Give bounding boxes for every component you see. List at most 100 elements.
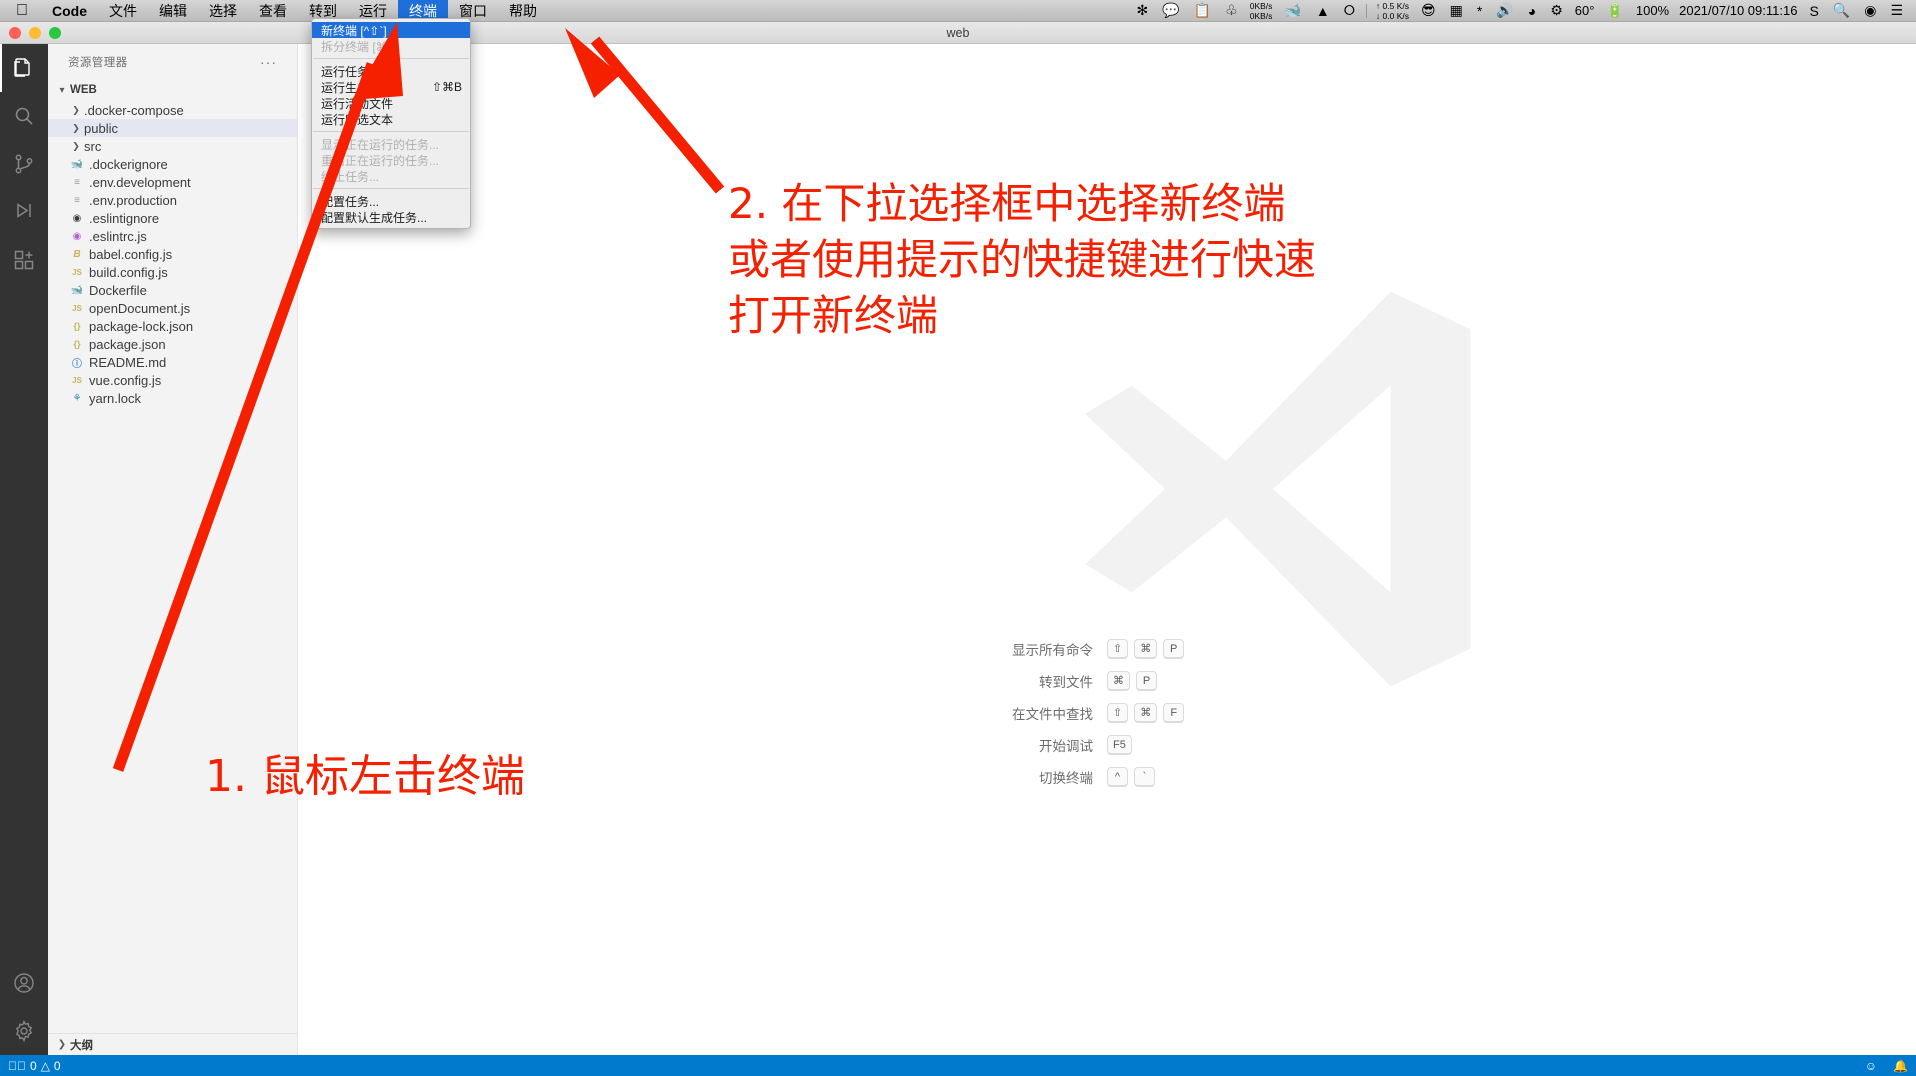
menu-item-run-active-file[interactable]: 运行活动文件 <box>312 95 470 111</box>
menu-item-terminate-task[interactable]: 终止任务... <box>312 168 470 184</box>
sogou-input-icon[interactable]: S <box>1802 0 1825 21</box>
tree-item-build-config[interactable]: JS build.config.js <box>48 263 297 281</box>
menu-code[interactable]: Code <box>41 0 98 21</box>
gear-icon[interactable]: ⚙ <box>1543 0 1570 21</box>
menu-item-restart-running-task[interactable]: 重启正在运行的任务... <box>312 152 470 168</box>
menu-item-label: 运行生成任务... <box>321 80 404 95</box>
battery-monitor-icon[interactable]: ♧ <box>1218 0 1245 21</box>
menu-item-run-task[interactable]: 运行任务... <box>312 63 470 79</box>
outline-section-header[interactable]: ❯ 大纲 <box>48 1033 297 1055</box>
menu-item-configure-tasks[interactable]: 配置任务... <box>312 193 470 209</box>
tree-item-readme[interactable]: ⓘ README.md <box>48 353 297 371</box>
status-bar-right: ☺ 🔔 <box>1857 1055 1916 1076</box>
activity-item-run-debug[interactable] <box>0 188 48 236</box>
menu-edit[interactable]: 编辑 <box>148 0 198 21</box>
feedback-icon[interactable]: ☺ <box>1857 1055 1885 1076</box>
key-shift: ⇧ <box>1107 703 1129 723</box>
control-center-icon[interactable]: ☰ <box>1883 0 1910 21</box>
menu-help[interactable]: 帮助 <box>498 0 548 21</box>
menu-item-run-selected-text[interactable]: 运行所选文本 <box>312 111 470 127</box>
key-p: P <box>1163 639 1185 659</box>
battery-icon[interactable]: 🔋 <box>1599 0 1630 21</box>
clock-datetime[interactable]: 2021/07/10 09:11:16 <box>1674 3 1802 18</box>
menu-item-split-terminal[interactable]: 拆分终端 [⌘\] <box>312 38 470 54</box>
activity-item-settings[interactable] <box>0 1007 48 1055</box>
tree-item-src[interactable]: ❯ src <box>48 137 297 155</box>
menu-item-label: 显示正在运行的任务... <box>321 137 440 152</box>
volume-icon[interactable]: 🔊 <box>1489 0 1520 21</box>
menu-item-label: 新终端 [^⇧`] <box>321 23 387 38</box>
tree-item-vue-config[interactable]: JS vue.config.js <box>48 371 297 389</box>
activity-item-explorer[interactable] <box>0 44 48 92</box>
spotlight-search-icon[interactable]: 🔍 <box>1826 0 1857 21</box>
more-actions-icon[interactable]: ··· <box>260 54 277 70</box>
window-icon[interactable]: ▦ <box>1443 0 1470 21</box>
tree-item-eslintrc[interactable]: ◉ .eslintrc.js <box>48 227 297 245</box>
menu-item-label: 配置任务... <box>321 194 380 209</box>
menu-item-new-terminal[interactable]: 新终端 [^⇧`] <box>312 22 470 38</box>
menu-item-label: 终止任务... <box>321 169 380 184</box>
wechat-icon[interactable]: 💬 <box>1155 0 1186 21</box>
tree-item-eslintignore[interactable]: ◉ .eslintignore <box>48 209 297 227</box>
tree-item-docker-compose[interactable]: ❯ .docker-compose <box>48 101 297 119</box>
shortcut-keys: ⇧ ⌘ F <box>1107 703 1257 723</box>
menu-item-configure-default-build-task[interactable]: 配置默认生成任务... <box>312 209 470 225</box>
tree-item-package-lock[interactable]: {} package-lock.json <box>48 317 297 335</box>
clipboard-icon[interactable]: 📋 <box>1187 0 1218 21</box>
chevron-down-icon: ▾ <box>59 84 65 96</box>
key-p: P <box>1136 671 1157 691</box>
tree-item-label: public <box>84 120 118 136</box>
tree-item-env-development[interactable]: ≡ .env.development <box>48 173 297 191</box>
tree-item-label: README.md <box>89 354 167 370</box>
activity-item-source-control[interactable] <box>0 140 48 188</box>
temperature-value: 60° <box>1574 3 1595 18</box>
tree-item-public[interactable]: ❯ public <box>48 119 297 137</box>
asterisk-icon[interactable]: ✻ <box>1130 0 1156 21</box>
menu-select[interactable]: 选择 <box>198 0 248 21</box>
shortcut-hints: 显示所有命令 ⇧ ⌘ P 转到文件 ⌘ P 在文件中查找 ⇧ ⌘ F 开始调试 … <box>298 639 1916 787</box>
menu-item-label: 拆分终端 [⌘\] <box>321 39 395 54</box>
chevron-right-icon: ❯ <box>72 122 80 133</box>
activity-item-extensions[interactable] <box>0 236 48 284</box>
yarn-icon: ⚘ <box>72 392 82 404</box>
menu-item-show-running-tasks[interactable]: 显示正在运行的任务... <box>312 136 470 152</box>
docker-whale-icon[interactable]: 🐋 <box>1277 0 1308 21</box>
menu-item-run-build-task[interactable]: 运行生成任务... ⇧⌘B <box>312 79 470 95</box>
menu-file[interactable]: 文件 <box>98 0 148 21</box>
tree-item-env-production[interactable]: ≡ .env.production <box>48 191 297 209</box>
docker-icon: 🐋 <box>70 158 84 170</box>
tree-item-package-json[interactable]: {} package.json <box>48 335 297 353</box>
tree-item-dockerignore[interactable]: 🐋 .dockerignore <box>48 155 297 173</box>
tree-item-dockerfile[interactable]: 🐋 Dockerfile <box>48 281 297 299</box>
bluetooth-icon[interactable]: * <box>1470 0 1489 21</box>
key-shift: ⇧ <box>1107 639 1129 659</box>
qq-penguin-icon[interactable]: ▲ <box>1309 0 1337 21</box>
status-problems[interactable]: ✖⃝ 0 △ 0 <box>0 1055 69 1076</box>
tray-divider <box>1365 3 1367 18</box>
shadowsocks-icon[interactable]: ⭘ <box>1337 0 1362 21</box>
workspace-root-row[interactable]: ▾ WEB <box>48 79 297 101</box>
tree-item-label: babel.config.js <box>89 246 173 262</box>
apple-logo-icon[interactable]:  <box>0 2 41 19</box>
menu-view[interactable]: 查看 <box>248 0 298 21</box>
wifi-icon[interactable]: ◕ <box>1521 0 1543 21</box>
shortcut-row-show-all-commands: 显示所有命令 ⇧ ⌘ P <box>957 639 1257 659</box>
warning-triangle-icon: △ <box>40 1058 50 1073</box>
tree-item-label: vue.config.js <box>89 372 162 388</box>
activity-item-accounts[interactable] <box>0 959 48 1007</box>
menu-item-label: 配置默认生成任务... <box>321 210 428 225</box>
tree-item-babel-config[interactable]: B babel.config.js <box>48 245 297 263</box>
network-throughput[interactable]: ↑ 0.5 K/s ↓ 0.0 K/s <box>1371 1 1414 21</box>
bell-icon[interactable]: 🔔 <box>1885 1055 1916 1076</box>
activity-item-search[interactable] <box>0 92 48 140</box>
explorer-sidebar: 资源管理器 ··· ▾ WEB ❯ .docker-compose ❯ publ… <box>48 44 298 1055</box>
network-speed-indicator[interactable]: 0KB/s 0KB/s <box>1245 1 1278 21</box>
tree-item-yarn-lock[interactable]: ⚘ yarn.lock <box>48 389 297 407</box>
warning-count: 0 <box>53 1058 61 1073</box>
tree-item-label: .eslintrc.js <box>89 228 147 244</box>
shortcut-label: 开始调试 <box>1039 739 1093 754</box>
status-bar: ✖⃝ 0 △ 0 ☺ 🔔 <box>0 1055 1916 1076</box>
tree-item-open-document[interactable]: JS openDocument.js <box>48 299 297 317</box>
siri-icon[interactable]: ◉ <box>1857 0 1883 21</box>
smiley-icon[interactable]: 😎 <box>1414 0 1443 21</box>
